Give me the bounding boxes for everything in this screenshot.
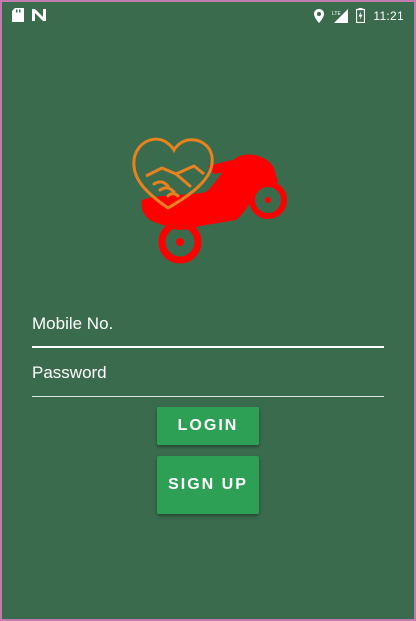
password-field[interactable] bbox=[32, 353, 384, 397]
login-button[interactable]: LOGIN bbox=[157, 407, 259, 445]
mobile-underline bbox=[32, 346, 384, 348]
status-bar: LTE 11:21 bbox=[2, 2, 414, 30]
mobile-number-field[interactable] bbox=[32, 304, 384, 348]
battery-charging-icon bbox=[356, 8, 366, 23]
n-notification-icon bbox=[32, 9, 46, 21]
handshake-heart-scooter-logo bbox=[128, 130, 292, 268]
svg-text:LTE: LTE bbox=[332, 11, 341, 17]
status-clock: 11:21 bbox=[373, 8, 404, 23]
sd-card-icon bbox=[12, 8, 24, 22]
sign-up-button[interactable]: SIGN UP bbox=[157, 456, 259, 514]
mobile-number-input[interactable] bbox=[32, 304, 384, 344]
app-screen: LTE 11:21 Mobile No. LOGIN SIGN UP bbox=[0, 0, 416, 621]
password-underline bbox=[32, 396, 384, 397]
location-icon bbox=[314, 8, 325, 23]
lte-signal-icon: LTE bbox=[332, 8, 349, 23]
password-input[interactable] bbox=[32, 353, 384, 393]
